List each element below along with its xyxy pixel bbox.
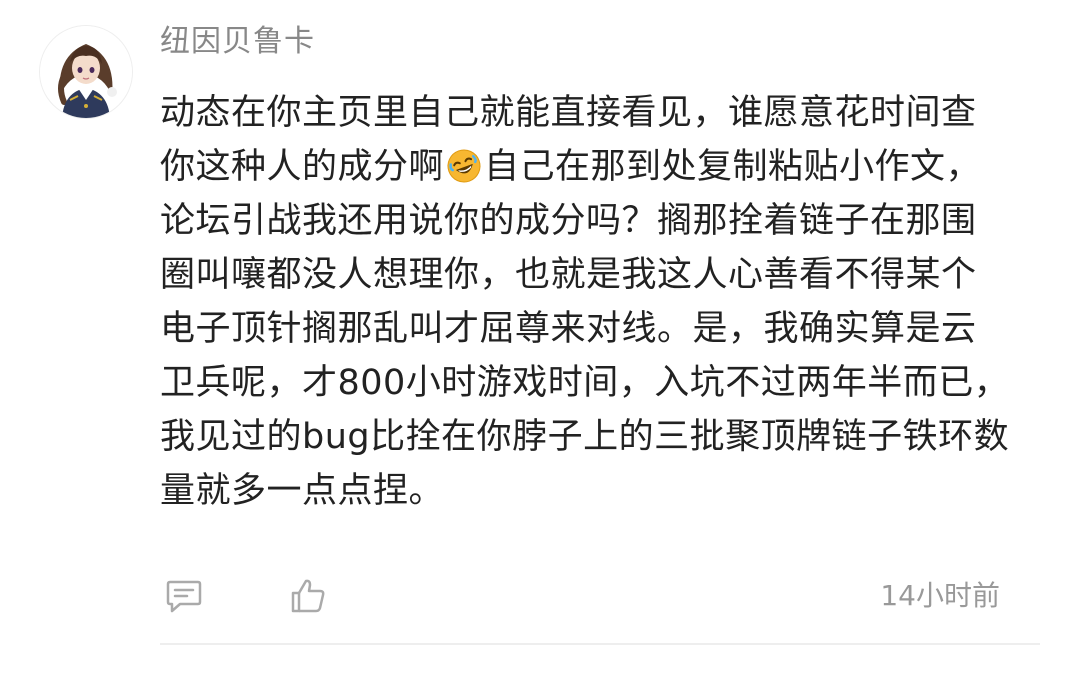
comment-line: 量就多一点点捏。 bbox=[160, 471, 445, 511]
rofl-face-icon bbox=[447, 149, 481, 183]
comment-line: 动态在你主页里自己就能直接看见，谁愿意花时间查 bbox=[160, 93, 977, 133]
like-button[interactable] bbox=[284, 570, 332, 622]
thumbs-up-icon bbox=[291, 579, 325, 613]
comment-card: 纽因贝鲁卡 动态在你主页里自己就能直接看见，谁愿意花时间查 你这种人的成分啊 自… bbox=[0, 0, 1080, 683]
username[interactable]: 纽因贝鲁卡 bbox=[160, 22, 315, 62]
comment-line: 圈叫嚷都没人想理你，也就是我这人心善看不得某个 bbox=[160, 255, 977, 295]
comment-line-with-emoji: 你这种人的成分啊 自己在那到处复制粘贴小作文， bbox=[160, 140, 1040, 194]
avatar[interactable] bbox=[40, 26, 132, 118]
comment-line: 我见过的bug比拴在你脖子上的三批聚顶牌链子铁环数 bbox=[160, 417, 1010, 457]
comment-body: 动态在你主页里自己就能直接看见，谁愿意花时间查 你这种人的成分啊 自己在那到处复… bbox=[160, 86, 1040, 518]
comment-line: 论坛引战我还用说你的成分吗？搁那拴着链子在那围 bbox=[160, 201, 977, 241]
comment-icon bbox=[166, 580, 202, 613]
comment-line: 电子顶针搁那乱叫才屈尊来对线。是，我确实算是云 bbox=[160, 309, 977, 349]
comment-actions: 14小时前 bbox=[160, 570, 1000, 622]
divider bbox=[160, 643, 1040, 645]
comment-line: 卫兵呢，才800小时游戏时间，入坑不过两年半而已， bbox=[160, 363, 1010, 403]
comment-line-segment: 你这种人的成分啊 bbox=[160, 147, 445, 187]
avatar-illustration bbox=[40, 26, 132, 118]
reply-button[interactable] bbox=[160, 570, 208, 622]
timestamp: 14小时前 bbox=[880, 579, 1000, 612]
comment-line-segment: 自己在那到处复制粘贴小作文， bbox=[484, 147, 982, 187]
